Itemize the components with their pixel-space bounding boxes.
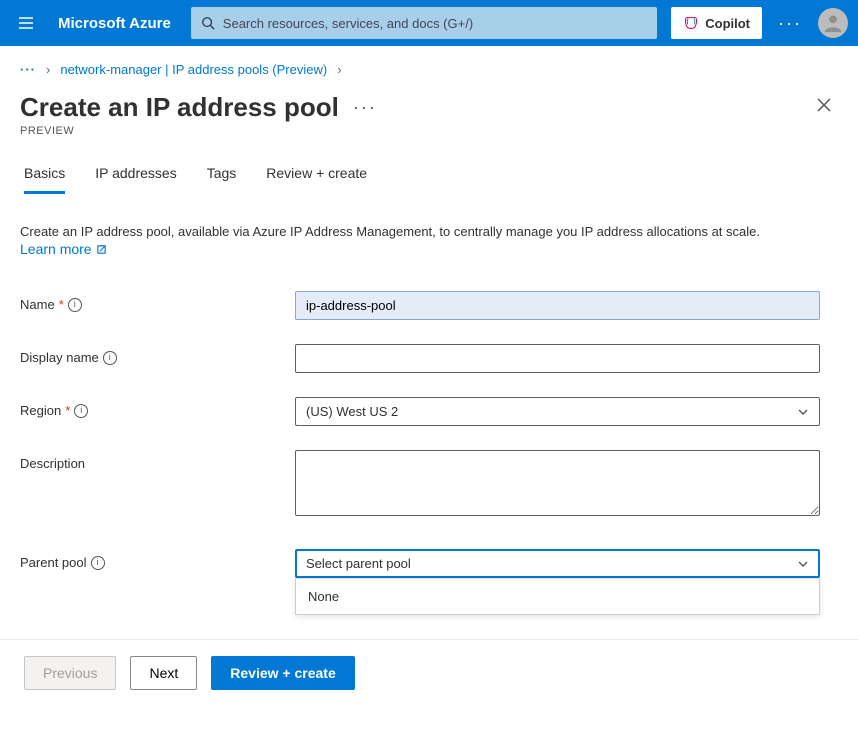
top-bar: Microsoft Azure Copilot ··· xyxy=(0,0,858,46)
chevron-down-icon xyxy=(797,406,809,418)
description-textarea[interactable] xyxy=(295,450,820,516)
copilot-icon xyxy=(683,15,699,31)
brand-title[interactable]: Microsoft Azure xyxy=(58,15,171,32)
main-content: Create an IP address pool, available via… xyxy=(0,195,858,639)
region-value: (US) West US 2 xyxy=(306,404,398,419)
region-select[interactable]: (US) West US 2 xyxy=(295,397,820,426)
copilot-label: Copilot xyxy=(705,16,750,31)
chevron-right-icon: › xyxy=(337,62,341,77)
row-parent-pool: Parent pool i Select parent pool None xyxy=(20,549,838,615)
intro-text: Create an IP address pool, available via… xyxy=(20,223,838,241)
required-indicator: * xyxy=(59,297,64,312)
breadcrumb: ··· › network-manager | IP address pools… xyxy=(0,46,858,83)
close-icon xyxy=(816,97,832,113)
previous-button: Previous xyxy=(24,656,116,690)
parent-pool-placeholder: Select parent pool xyxy=(306,556,411,571)
tab-ip-addresses[interactable]: IP addresses xyxy=(95,165,176,194)
parent-pool-option-none[interactable]: None xyxy=(296,579,819,614)
review-create-button[interactable]: Review + create xyxy=(211,656,354,690)
learn-more-label: Learn more xyxy=(20,241,92,257)
parent-pool-dropdown: None xyxy=(295,578,820,615)
breadcrumb-link-network-manager[interactable]: network-manager | IP address pools (Prev… xyxy=(60,62,327,77)
row-display-name: Display name i xyxy=(20,344,838,373)
required-indicator: * xyxy=(65,403,70,418)
copilot-button[interactable]: Copilot xyxy=(671,7,762,39)
person-icon xyxy=(822,12,844,34)
name-input[interactable] xyxy=(295,291,820,320)
search-input[interactable] xyxy=(223,16,647,31)
wizard-footer: Previous Next Review + create xyxy=(0,639,858,706)
row-description: Description xyxy=(20,450,838,519)
tab-tags[interactable]: Tags xyxy=(207,165,237,194)
info-icon[interactable]: i xyxy=(74,404,88,418)
title-more-button[interactable]: ··· xyxy=(353,97,377,118)
parent-pool-select[interactable]: Select parent pool xyxy=(295,549,820,578)
row-name: Name * i xyxy=(20,291,838,320)
learn-more-link[interactable]: Learn more xyxy=(20,241,107,257)
next-button[interactable]: Next xyxy=(130,656,197,690)
global-search[interactable] xyxy=(191,7,657,39)
description-label: Description xyxy=(20,456,85,471)
tab-review-create[interactable]: Review + create xyxy=(266,165,367,194)
close-button[interactable] xyxy=(810,91,838,123)
page-title: Create an IP address pool xyxy=(20,92,339,123)
search-icon xyxy=(201,16,215,30)
hamburger-menu-button[interactable] xyxy=(10,7,42,39)
breadcrumb-more-button[interactable]: ··· xyxy=(20,62,36,77)
parent-pool-label: Parent pool xyxy=(20,555,87,570)
display-name-input[interactable] xyxy=(295,344,820,373)
header-more-button[interactable]: ··· xyxy=(772,13,808,34)
info-icon[interactable]: i xyxy=(91,556,105,570)
tab-basics[interactable]: Basics xyxy=(24,165,65,194)
hamburger-icon xyxy=(17,14,35,32)
preview-badge: PREVIEW xyxy=(0,123,858,137)
title-bar: Create an IP address pool ··· xyxy=(0,83,858,123)
display-name-label: Display name xyxy=(20,350,99,365)
chevron-right-icon: › xyxy=(46,62,50,77)
row-region: Region * i (US) West US 2 xyxy=(20,397,838,426)
account-avatar[interactable] xyxy=(818,8,848,38)
region-label: Region xyxy=(20,403,61,418)
info-icon[interactable]: i xyxy=(68,298,82,312)
chevron-down-icon xyxy=(797,558,809,570)
name-label: Name xyxy=(20,297,55,312)
external-link-icon xyxy=(96,244,107,255)
info-icon[interactable]: i xyxy=(103,351,117,365)
tab-bar: Basics IP addresses Tags Review + create xyxy=(0,137,858,195)
